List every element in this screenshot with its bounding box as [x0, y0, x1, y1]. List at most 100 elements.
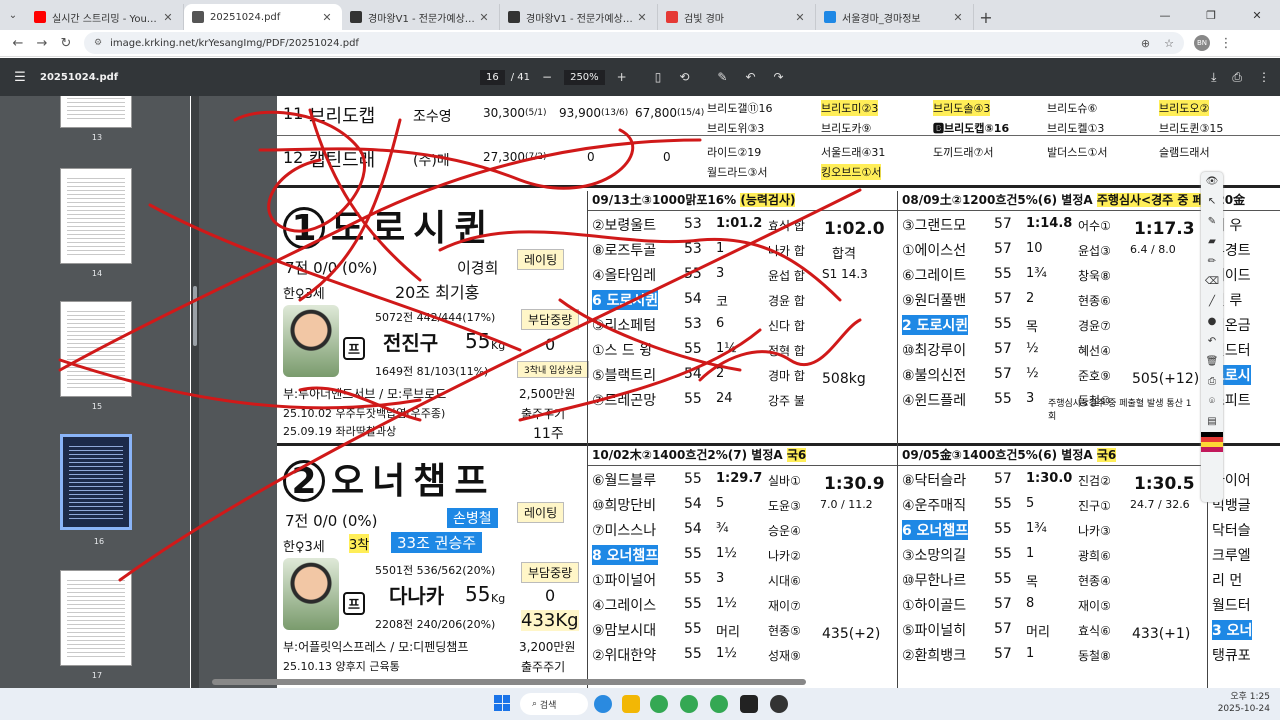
tab-close-icon[interactable]: ✕	[477, 11, 491, 24]
marker-icon[interactable]: ✏	[1201, 252, 1223, 272]
race-row: ⑧불의신전	[902, 368, 967, 384]
highlighter-icon[interactable]: ▰	[1201, 232, 1223, 252]
pen-icon[interactable]: ✎	[1201, 212, 1223, 232]
browser-tab[interactable]: 서울경마_경마정보 ✕	[816, 4, 974, 30]
print-ink-icon[interactable]: ⎙	[1201, 372, 1223, 392]
rotate-icon[interactable]: ⟲	[679, 70, 689, 84]
tab-close-icon[interactable]: ✕	[635, 11, 649, 24]
sidebar-scrollbar[interactable]	[191, 96, 199, 688]
zoom-out-button[interactable]: −	[542, 70, 552, 84]
tab-close-icon[interactable]: ✕	[161, 11, 175, 24]
browser-tab[interactable]: 실시간 스트리밍 - YouTube Stu✕	[26, 4, 184, 30]
horizontal-scrollbar[interactable]	[212, 679, 806, 685]
prize-2: 0	[587, 150, 595, 164]
related-horse: 브리도오②	[1159, 100, 1210, 116]
race-weight: 57	[994, 216, 1012, 232]
bookmark-star-icon[interactable]: ☆	[1164, 37, 1174, 50]
tab-favicon-icon	[350, 11, 362, 23]
medical-history: 25.09.19 좌라딱찰과상	[283, 425, 397, 438]
thumbnail-page-16[interactable]: 16	[60, 434, 132, 546]
race-margin: 1½	[716, 546, 737, 561]
thumbnail-page-15[interactable]: 15	[60, 301, 132, 411]
race-margin: 8	[1026, 596, 1035, 611]
related-horse: 킹오브드①서	[821, 164, 882, 180]
print-icon[interactable]: ⎙	[1232, 70, 1242, 85]
related-horse: 브리도카⑨	[821, 122, 872, 135]
page-number-input[interactable]: 16	[480, 69, 505, 85]
more-options-icon[interactable]: ⋮	[1258, 70, 1270, 84]
tab-search-button[interactable]: ⌄	[0, 0, 26, 30]
sidebar-toggle-icon[interactable]: ☰	[0, 70, 40, 85]
race-row: ⑤파이널히	[902, 623, 967, 639]
windows-start-icon[interactable]	[494, 695, 510, 711]
tab-close-icon[interactable]: ✕	[320, 11, 334, 24]
browser-tab[interactable]: 경마왕V1 - 전문가예상·분석글✕	[500, 4, 658, 30]
taskbar	[0, 688, 1280, 720]
download-icon[interactable]: ⤓	[1211, 70, 1216, 85]
trash-icon[interactable]: 🗑	[1201, 352, 1223, 372]
thumbnail-sidebar: 13 14 15 16 17	[0, 96, 190, 688]
clipboard-icon[interactable]: ▤	[1201, 412, 1223, 432]
new-tab-button[interactable]: +	[974, 4, 998, 30]
app-icon[interactable]	[740, 695, 758, 713]
file-explorer-icon[interactable]	[622, 695, 640, 713]
thumbnail-page-17[interactable]: 17	[60, 570, 132, 680]
reload-button[interactable]: ↻	[54, 31, 78, 55]
browser-tab[interactable]: 검빛 경마 ✕	[658, 4, 816, 30]
race-weight: 55	[994, 391, 1012, 407]
chrome-icon[interactable]	[680, 695, 698, 713]
related-horse: 🅱브리도캡⑤16	[933, 122, 1010, 135]
zoom-level-input[interactable]: 250%	[564, 69, 605, 85]
annotate-icon[interactable]: ✎	[717, 70, 727, 84]
taskbar-search[interactable]: ⌕ 검색	[520, 693, 588, 715]
chrome-icon[interactable]	[710, 695, 728, 713]
minimize-button[interactable]: —	[1142, 0, 1188, 30]
prize-3-sub: (15/4)	[677, 108, 705, 118]
forward-button[interactable]: →	[30, 31, 54, 55]
url-bar[interactable]: ⚙ image.krking.net/krYesangImg/PDF/20251…	[84, 32, 1184, 54]
race-jockey: 광희⑥	[1078, 549, 1111, 563]
tab-title: 서울경마_경마정보	[842, 13, 921, 25]
line-icon[interactable]: ╱	[1201, 292, 1223, 312]
site-info-icon[interactable]: ⚙	[94, 38, 102, 48]
race-margin: 2	[1026, 291, 1035, 306]
race-grade: (능력검사)	[740, 193, 796, 207]
race-body-weight: 505(+12)	[1132, 371, 1200, 387]
cursor-icon[interactable]: ↖	[1201, 192, 1223, 212]
zoom-in-button[interactable]: +	[617, 70, 627, 84]
profile-avatar[interactable]: BN	[1194, 35, 1210, 51]
zoom-icon[interactable]: ⊕	[1141, 37, 1150, 50]
back-button[interactable]: ←	[6, 31, 30, 55]
thumbnail-page-13[interactable]: 13	[60, 96, 132, 142]
eraser-icon[interactable]: ⌫	[1201, 272, 1223, 292]
race-margin: 1:01.2	[716, 216, 763, 231]
camera-icon[interactable]: ⌾	[1201, 392, 1223, 412]
race-margin: 1	[1026, 546, 1035, 561]
undo-icon[interactable]: ↶	[745, 70, 755, 84]
browser-tab[interactable]: 20251024.pdf ✕	[184, 4, 342, 30]
edge-icon[interactable]	[594, 695, 612, 713]
browser-menu-button[interactable]: ⋮	[1214, 31, 1238, 55]
related-horse: 서울드래④31	[821, 146, 886, 159]
race-row: ②보령울트	[592, 218, 657, 234]
obs-icon[interactable]	[770, 695, 788, 713]
tab-close-icon[interactable]: ✕	[951, 11, 965, 24]
race-weight: 55	[684, 546, 702, 562]
table-row: 12 캡틴드래 (주)메 27,300 (7/2) 0 0	[277, 140, 1280, 180]
close-window-button[interactable]: ✕	[1234, 0, 1280, 30]
race-margin: 3	[1026, 391, 1035, 406]
race-record-race1: 09/13土③1000맑포16% (능력검사) ②보령울트 53 1:01.2 효식 합…	[587, 191, 897, 446]
redo-icon[interactable]: ↷	[774, 70, 784, 84]
thumbnail-page-14[interactable]: 14	[60, 168, 132, 278]
browser-tab[interactable]: 경마왕V1 - 전문가예상·분석글✕	[342, 4, 500, 30]
fit-page-icon[interactable]: ▯	[655, 70, 662, 84]
jockey-weight: 55	[465, 582, 491, 606]
eye-icon[interactable]: 👁	[1201, 172, 1223, 192]
dot-icon[interactable]: ●	[1201, 312, 1223, 332]
maximize-button[interactable]: ❐	[1188, 0, 1234, 30]
undo-ink-icon[interactable]: ↶	[1201, 332, 1223, 352]
tab-close-icon[interactable]: ✕	[793, 11, 807, 24]
body-weight: 433Kg	[521, 610, 579, 631]
color-picker-icon[interactable]	[1201, 432, 1223, 452]
chrome-icon[interactable]	[650, 695, 668, 713]
